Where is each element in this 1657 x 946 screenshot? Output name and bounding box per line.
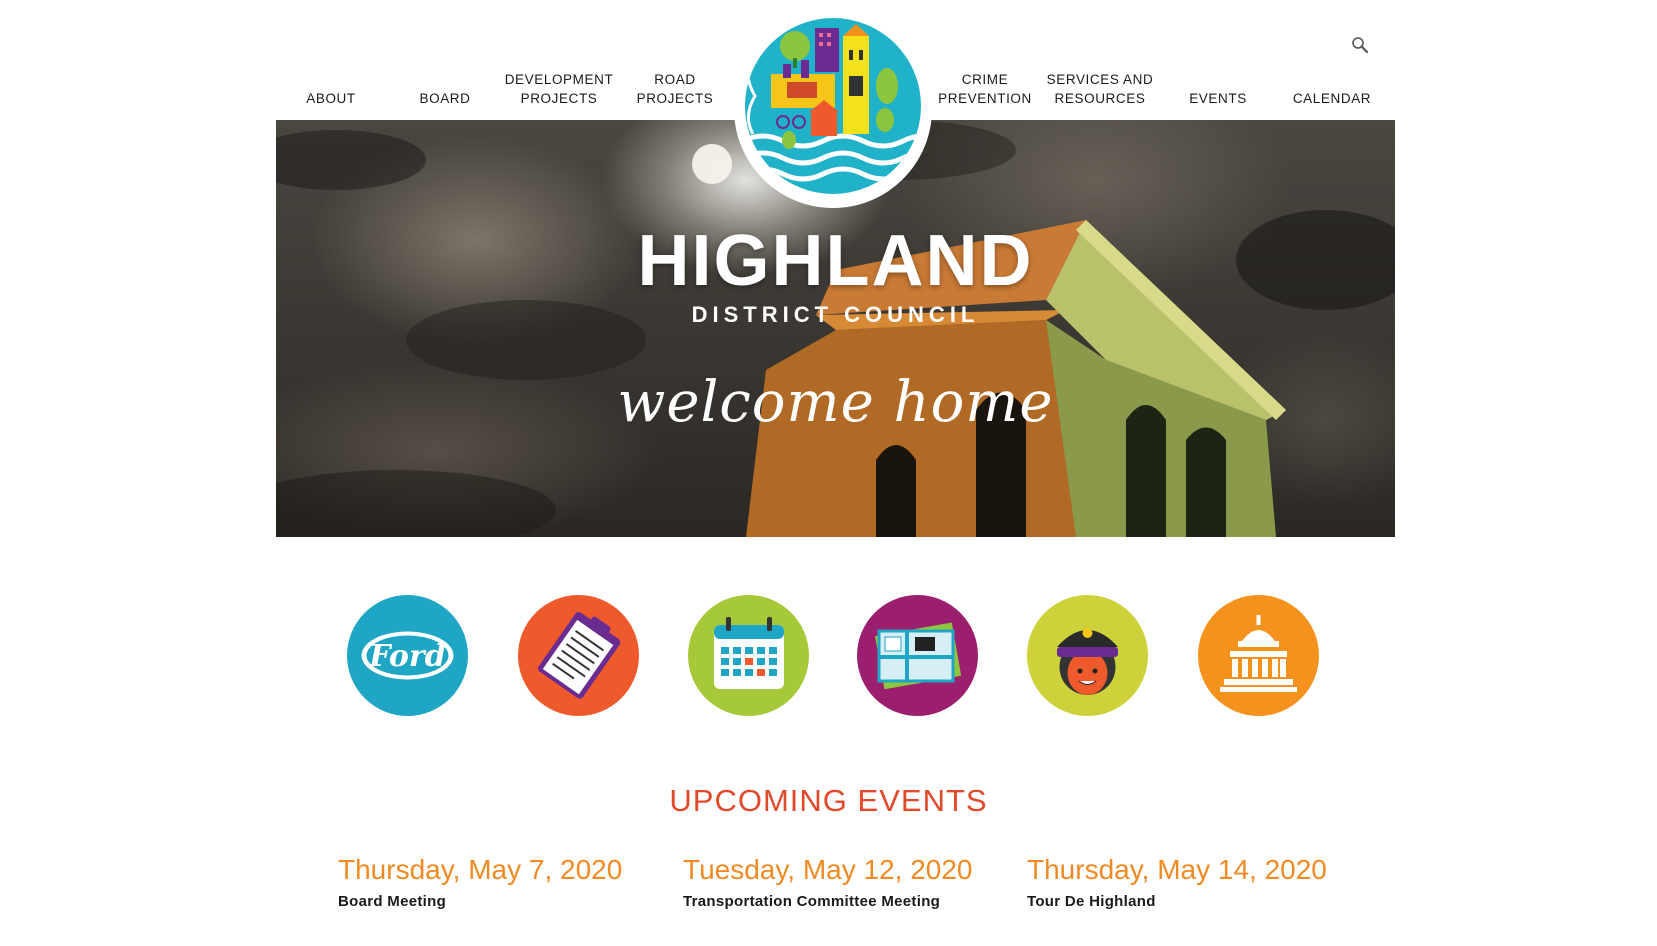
police-officer-icon[interactable] <box>1027 595 1148 716</box>
event-item: Thursday, May 7, 2020 Board Meeting <box>338 853 658 910</box>
ford-logo-icon[interactable]: Ford <box>347 595 468 716</box>
clipboard-icon[interactable] <box>518 595 639 716</box>
site-logo[interactable] <box>734 10 932 208</box>
event-date[interactable]: Thursday, May 7, 2020 <box>338 853 658 887</box>
nav-development-projects[interactable]: DEVELOPMENT PROJECTS <box>504 68 614 108</box>
event-date[interactable]: Tuesday, May 12, 2020 <box>683 853 1003 887</box>
hero-subtitle: DISTRICT COUNCIL <box>691 302 980 327</box>
highland-logo-icon <box>745 18 921 194</box>
upcoming-events-heading: UPCOMING EVENTS <box>669 783 988 818</box>
nav-road-projects[interactable]: ROAD PROJECTS <box>615 68 735 108</box>
nav-about[interactable]: ABOUT <box>276 68 386 108</box>
nav-calendar[interactable]: CALENDAR <box>1277 68 1387 108</box>
search-icon[interactable] <box>1351 36 1369 54</box>
hero-tagline: welcome home <box>617 370 1054 435</box>
nav-board[interactable]: BOARD <box>390 68 500 108</box>
nav-crime-prevention[interactable]: CRIME PREVENTION <box>930 68 1040 108</box>
quick-links: Ford <box>0 595 1657 716</box>
event-item: Thursday, May 14, 2020 Tour De Highland <box>1027 853 1347 910</box>
svg-text:Ford: Ford <box>368 639 445 674</box>
event-item: Tuesday, May 12, 2020 Transportation Com… <box>683 853 1003 910</box>
event-date[interactable]: Thursday, May 14, 2020 <box>1027 853 1347 887</box>
calendar-icon[interactable] <box>688 595 809 716</box>
hero-title: HIGHLAND <box>637 221 1034 301</box>
event-title[interactable]: Transportation Committee Meeting <box>683 893 1003 910</box>
nav-events[interactable]: EVENTS <box>1163 68 1273 108</box>
capitol-building-icon[interactable] <box>1198 595 1319 716</box>
nav-services-and-resources[interactable]: SERVICES AND RESOURCES <box>1040 68 1160 108</box>
event-title[interactable]: Board Meeting <box>338 893 658 910</box>
event-title[interactable]: Tour De Highland <box>1027 893 1347 910</box>
map-icon[interactable] <box>857 595 978 716</box>
